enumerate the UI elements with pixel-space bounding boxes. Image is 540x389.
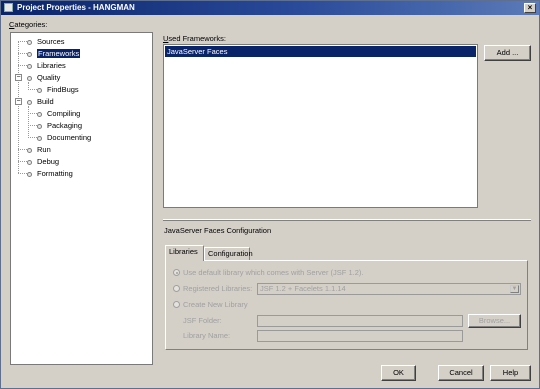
add-framework-button[interactable]: Add ... [484,45,531,61]
node-icon [27,147,32,153]
category-frameworks[interactable]: Frameworks [27,48,81,59]
close-icon[interactable]: × [524,3,536,13]
use-default-library-label: Use default library which comes with Ser… [183,268,364,277]
category-sources[interactable]: Sources [27,36,65,47]
library-name-field[interactable] [257,330,463,342]
project-properties-dialog: Project Properties - HANGMAN × Categorie… [0,0,540,389]
quality-collapse-toggle[interactable]: − [15,74,22,81]
node-icon [27,171,32,177]
used-frameworks-label: Used Frameworks: [163,34,226,43]
ok-button[interactable]: OK [381,365,416,381]
category-compiling[interactable]: Compiling [37,108,80,119]
used-frameworks-list[interactable]: JavaServer Faces [163,44,478,208]
registered-libraries-value: JSF 1.2 + Facelets 1.1.14 [260,284,346,293]
node-icon [37,111,42,117]
node-icon [37,123,42,129]
node-icon [27,99,32,105]
category-build[interactable]: Build [27,96,54,107]
node-icon [37,135,42,141]
app-icon [4,3,13,12]
tab-configuration[interactable]: Configuration [204,247,253,260]
category-documenting[interactable]: Documenting [37,132,91,143]
category-debug[interactable]: Debug [27,156,59,167]
jsf-folder-field[interactable] [257,315,463,327]
node-icon [27,51,32,57]
category-libraries[interactable]: Libraries [27,60,66,71]
categories-tree[interactable]: − − Sources Frameworks Libraries Quality… [10,32,153,365]
framework-item-jsf[interactable]: JavaServer Faces [165,46,476,57]
library-name-label: Library Name: [183,331,231,340]
window-title: Project Properties - HANGMAN [17,3,135,12]
help-button[interactable]: Help [490,365,531,381]
node-icon [27,39,32,45]
category-quality[interactable]: Quality [27,72,60,83]
categories-label: Categories: [9,20,48,29]
create-new-library-radio[interactable] [173,301,180,308]
category-findbugs[interactable]: FindBugs [37,84,79,95]
node-icon [27,63,32,69]
category-formatting[interactable]: Formatting [27,168,73,179]
node-icon [27,159,32,165]
build-collapse-toggle[interactable]: − [15,98,22,105]
chevron-down-icon[interactable]: ▼ [510,285,519,293]
tab-libraries[interactable]: Libraries [165,245,204,261]
create-new-library-label: Create New Library [183,300,248,309]
category-run[interactable]: Run [27,144,51,155]
node-icon [37,87,42,93]
browse-button[interactable]: Browse... [468,314,521,328]
jsf-configuration-title: JavaServer Faces Configuration [164,226,272,235]
registered-libraries-radio[interactable] [173,285,180,292]
jsf-folder-label: JSF Folder: [183,316,222,325]
title-bar: Project Properties - HANGMAN × [1,1,539,15]
registered-libraries-combo[interactable]: JSF 1.2 + Facelets 1.1.14 ▼ [257,283,521,295]
use-default-library-radio[interactable] [173,269,180,276]
section-divider [163,219,531,221]
cancel-button[interactable]: Cancel [438,365,484,381]
category-packaging[interactable]: Packaging [37,120,82,131]
node-icon [27,75,32,81]
registered-libraries-label: Registered Libraries: [183,284,253,293]
